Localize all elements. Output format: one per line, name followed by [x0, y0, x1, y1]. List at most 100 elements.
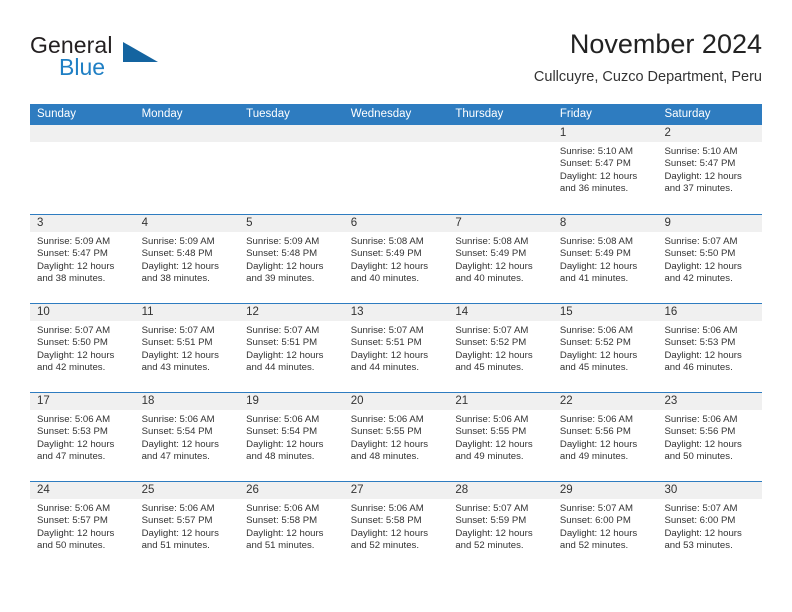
calendar-day-cell[interactable]: 16 Sunrise: 5:06 AM Sunset: 5:53 PM Dayligh… — [657, 304, 763, 392]
calendar-day-cell[interactable]: 4 Sunrise: 5:09 AM Sunset: 5:48 PM Daylight… — [134, 215, 240, 303]
daylight-text: Daylight: 12 hours and 47 minutes. — [37, 438, 115, 462]
day-number: 9 — [657, 215, 763, 232]
calendar-day-cell[interactable]: 5 Sunrise: 5:09 AM Sunset: 5:48 PM Daylight… — [239, 215, 344, 303]
day-sun-info: Sunrise: 5:06 AM Sunset: 5:54 PM Daylight:… — [135, 410, 240, 463]
day-number: 13 — [343, 304, 449, 321]
calendar-day-cell[interactable]: 8 Sunrise: 5:08 AM Sunset: 5:49 PM Daylight… — [552, 215, 658, 303]
calendar-day-cell[interactable]: 15 Sunrise: 5:06 AM Sunset: 5:52 PM Dayligh… — [552, 304, 658, 392]
daylight-text: Daylight: 12 hours and 51 minutes. — [141, 527, 219, 551]
calendar-week-row: 10 Sunrise: 5:07 AM Sunset: 5:50 PM Dayligh… — [30, 303, 763, 392]
daylight-text: Daylight: 12 hours and 38 minutes. — [37, 260, 115, 284]
calendar-day-cell[interactable]: 6 Sunrise: 5:08 AM Sunset: 5:49 PM Daylight… — [343, 215, 449, 303]
calendar-day-cell[interactable]: 17 Sunrise: 5:06 AM Sunset: 5:53 PM Dayligh… — [30, 393, 135, 481]
day-number: 30 — [657, 482, 763, 499]
daylight-text: Daylight: 12 hours and 42 minutes. — [37, 349, 115, 373]
calendar-day-cell-empty — [134, 125, 240, 214]
calendar-week-row: 17 Sunrise: 5:06 AM Sunset: 5:53 PM Dayligh… — [30, 392, 763, 481]
calendar-day-cell[interactable]: 24 Sunrise: 5:06 AM Sunset: 5:57 PM Dayligh… — [30, 482, 135, 570]
sunrise-text: Sunrise: 5:08 AM — [455, 236, 529, 247]
day-number: 19 — [239, 393, 344, 410]
calendar-day-cell[interactable]: 7 Sunrise: 5:08 AM Sunset: 5:49 PM Daylight… — [448, 215, 553, 303]
calendar-day-cell[interactable]: 28 Sunrise: 5:07 AM Sunset: 5:59 PM Dayligh… — [448, 482, 553, 570]
day-number: 5 — [239, 215, 344, 232]
calendar-day-cell[interactable]: 22 Sunrise: 5:06 AM Sunset: 5:56 PM Dayligh… — [552, 393, 658, 481]
sunset-text: Sunset: 5:50 PM — [664, 248, 736, 260]
day-number: 8 — [552, 215, 658, 232]
day-number: 29 — [552, 482, 658, 499]
calendar-week-row: 3 Sunrise: 5:09 AM Sunset: 5:47 PM Daylight… — [30, 214, 763, 303]
day-number: 12 — [239, 304, 344, 321]
calendar-day-cell[interactable]: 11 Sunrise: 5:07 AM Sunset: 5:51 PM Dayligh… — [134, 304, 240, 392]
day-number: 4 — [134, 215, 240, 232]
day-sun-info: Sunrise: 5:07 AM Sunset: 6:00 PM Daylight:… — [657, 499, 762, 552]
day-sun-info: Sunrise: 5:07 AM Sunset: 5:51 PM Daylight:… — [344, 321, 449, 374]
daylight-text: Daylight: 12 hours and 41 minutes. — [559, 260, 638, 284]
day-sun-info: Sunrise: 5:06 AM Sunset: 5:55 PM Daylight:… — [344, 410, 449, 463]
day-number: 27 — [343, 482, 449, 499]
day-number: 22 — [552, 393, 658, 410]
sunset-text: Sunset: 5:58 PM — [350, 515, 422, 527]
calendar-day-cell[interactable]: 2 Sunrise: 5:10 AM Sunset: 5:47 PM Daylight… — [657, 125, 763, 214]
sunrise-text: Sunrise: 5:07 AM — [350, 325, 424, 336]
calendar-day-cell[interactable]: 19 Sunrise: 5:06 AM Sunset: 5:54 PM Dayligh… — [239, 393, 344, 481]
sunset-text: Sunset: 5:56 PM — [559, 426, 631, 438]
day-number: 16 — [657, 304, 763, 321]
daylight-text: Daylight: 12 hours and 52 minutes. — [559, 527, 638, 551]
day-number: 6 — [343, 215, 449, 232]
calendar-day-cell[interactable]: 27 Sunrise: 5:06 AM Sunset: 5:58 PM Dayligh… — [343, 482, 449, 570]
weekday-header-sunday: Sunday — [37, 108, 77, 120]
calendar-day-cell[interactable]: 23 Sunrise: 5:06 AM Sunset: 5:56 PM Dayligh… — [657, 393, 763, 481]
day-number: 24 — [30, 482, 135, 499]
daylight-text: Daylight: 12 hours and 45 minutes. — [455, 349, 533, 373]
page-title: November 2024 — [569, 29, 762, 59]
calendar-day-cell[interactable]: 18 Sunrise: 5:06 AM Sunset: 5:54 PM Dayligh… — [134, 393, 240, 481]
sunset-text: Sunset: 5:48 PM — [246, 248, 318, 260]
weekday-header-thursday: Thursday — [455, 108, 504, 120]
day-sun-info: Sunrise: 5:09 AM Sunset: 5:47 PM Daylight:… — [30, 232, 135, 285]
sunset-text: Sunset: 5:47 PM — [37, 248, 108, 260]
calendar-day-cell[interactable]: 30 Sunrise: 5:07 AM Sunset: 6:00 PM Dayligh… — [657, 482, 763, 570]
day-sun-info: Sunrise: 5:06 AM Sunset: 5:53 PM Daylight:… — [657, 321, 762, 374]
sunset-text: Sunset: 6:00 PM — [664, 515, 736, 527]
calendar-day-cell-empty — [239, 125, 344, 214]
day-sun-info: Sunrise: 5:08 AM Sunset: 5:49 PM Daylight:… — [448, 232, 553, 285]
day-number — [30, 125, 135, 142]
calendar-day-cell[interactable]: 29 Sunrise: 5:07 AM Sunset: 6:00 PM Dayligh… — [552, 482, 658, 570]
day-number: 21 — [448, 393, 553, 410]
day-sun-info: Sunrise: 5:07 AM Sunset: 6:00 PM Daylight:… — [553, 499, 658, 552]
day-number — [134, 125, 240, 142]
day-number: 14 — [448, 304, 553, 321]
calendar-day-cell[interactable]: 1 Sunrise: 5:10 AM Sunset: 5:47 PM Daylight… — [552, 125, 658, 214]
sunrise-text: Sunrise: 5:07 AM — [559, 503, 633, 514]
calendar-day-cell[interactable]: 9 Sunrise: 5:07 AM Sunset: 5:50 PM Daylight… — [657, 215, 763, 303]
sunset-text: Sunset: 5:58 PM — [246, 515, 318, 527]
day-sun-info: Sunrise: 5:07 AM Sunset: 5:50 PM Daylight:… — [30, 321, 135, 374]
calendar-day-cell[interactable]: 10 Sunrise: 5:07 AM Sunset: 5:50 PM Dayligh… — [30, 304, 135, 392]
sunrise-text: Sunrise: 5:06 AM — [664, 325, 738, 336]
calendar-day-cell[interactable]: 25 Sunrise: 5:06 AM Sunset: 5:57 PM Dayligh… — [134, 482, 240, 570]
sunrise-text: Sunrise: 5:10 AM — [559, 146, 633, 157]
sunrise-text: Sunrise: 5:06 AM — [350, 414, 424, 425]
day-sun-info — [344, 142, 449, 146]
calendar-week-row: 1 Sunrise: 5:10 AM Sunset: 5:47 PM Daylight… — [30, 125, 763, 214]
day-sun-info: Sunrise: 5:07 AM Sunset: 5:50 PM Daylight:… — [657, 232, 762, 285]
page-header: General Blue November 2024 Cullcuyre, Cu… — [30, 28, 762, 100]
daylight-text: Daylight: 12 hours and 40 minutes. — [455, 260, 533, 284]
calendar-day-cell[interactable]: 21 Sunrise: 5:06 AM Sunset: 5:55 PM Dayligh… — [448, 393, 553, 481]
calendar-day-cell[interactable]: 20 Sunrise: 5:06 AM Sunset: 5:55 PM Dayligh… — [343, 393, 449, 481]
calendar-day-cell[interactable]: 3 Sunrise: 5:09 AM Sunset: 5:47 PM Daylight… — [30, 215, 135, 303]
day-sun-info: Sunrise: 5:09 AM Sunset: 5:48 PM Daylight:… — [135, 232, 240, 285]
day-sun-info: Sunrise: 5:06 AM Sunset: 5:58 PM Daylight:… — [239, 499, 344, 552]
sunrise-text: Sunrise: 5:06 AM — [664, 414, 738, 425]
calendar-day-cell[interactable]: 12 Sunrise: 5:07 AM Sunset: 5:51 PM Dayligh… — [239, 304, 344, 392]
sunrise-text: Sunrise: 5:06 AM — [141, 414, 215, 425]
brand-logo[interactable]: General Blue — [30, 32, 210, 88]
day-sun-info: Sunrise: 5:06 AM Sunset: 5:54 PM Daylight:… — [239, 410, 344, 463]
sunset-text: Sunset: 5:51 PM — [350, 337, 422, 349]
calendar-day-cell[interactable]: 14 Sunrise: 5:07 AM Sunset: 5:52 PM Dayligh… — [448, 304, 553, 392]
daylight-text: Daylight: 12 hours and 52 minutes. — [455, 527, 533, 551]
day-number: 18 — [134, 393, 240, 410]
calendar-day-cell[interactable]: 26 Sunrise: 5:06 AM Sunset: 5:58 PM Dayligh… — [239, 482, 344, 570]
day-sun-info: Sunrise: 5:08 AM Sunset: 5:49 PM Daylight:… — [344, 232, 449, 285]
calendar-day-cell[interactable]: 13 Sunrise: 5:07 AM Sunset: 5:51 PM Dayligh… — [343, 304, 449, 392]
